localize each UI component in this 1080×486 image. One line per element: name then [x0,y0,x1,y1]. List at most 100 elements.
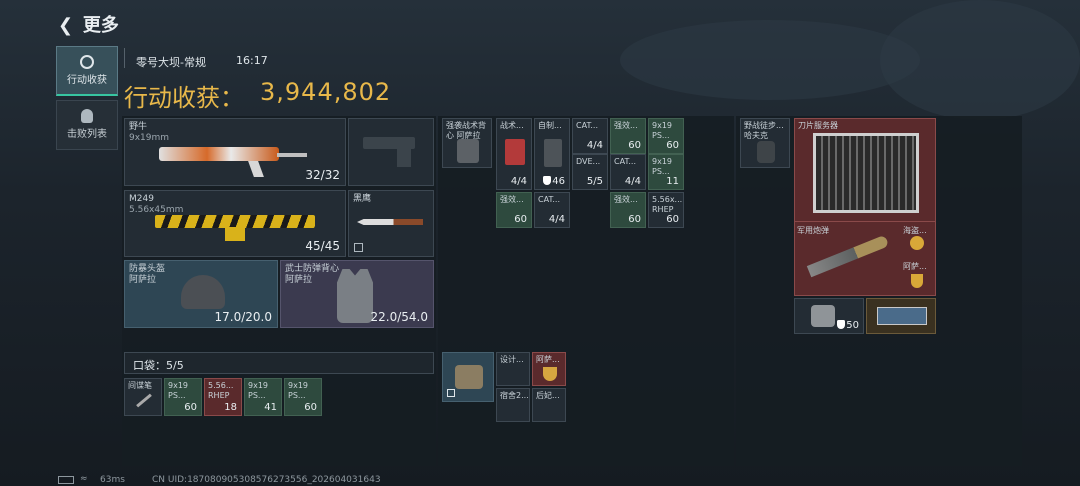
item-qty: 60 [666,140,679,151]
vest-icon [457,139,479,163]
rig-item[interactable]: 强效... 60 [610,118,646,154]
trophy-icon [543,367,557,381]
item-qty: 60 [514,214,527,225]
rig-item[interactable]: 9x19 PS... 60 [648,118,684,154]
item-name: 9x19 PS... [288,381,309,400]
item-qty: 41 [264,402,277,413]
background-mist [620,20,920,100]
loot-item[interactable]: 50 [794,298,864,334]
circuit-board-icon [877,307,927,325]
loot-item[interactable]: 阿萨... [900,260,934,294]
backpack-name: 野战徒步... 哈夫克 [744,121,784,140]
item-qty: 5/5 [586,176,603,187]
pocket-item[interactable]: 9x19 PS... 60 [164,378,202,416]
item-name: 强效... [614,195,638,204]
pocket-item[interactable]: 间谍笔 [124,378,162,416]
item-name: 5.56x... RHEP [652,195,683,214]
pistol-icon [363,137,417,167]
helmet-slot[interactable]: 防暴头盔 阿萨拉 17.0/20.0 [124,260,278,328]
item-qty: 50 [837,320,859,331]
armor-plate-icon [811,305,835,327]
pouch-item[interactable]: 阿萨... [532,352,566,386]
rig-item[interactable]: 强效... 60 [496,192,532,228]
primary-weapon-slot[interactable]: 野牛 9x19mm 32/32 [124,118,346,186]
ping: 63ms [100,475,125,485]
loot-item[interactable]: 刀片服务器 [794,118,936,222]
item-qty: 4/4 [510,176,527,187]
item-name: 刀片服务器 [798,121,838,130]
loot-item[interactable]: 海盗... [900,224,934,258]
earnings-label: 行动收获： [124,84,244,112]
weapon-name: 野牛 [129,122,148,132]
rig-item[interactable]: 战术... 4/4 [496,118,532,190]
back-button[interactable]: ❮ 更多 [58,11,119,37]
item-name: 9x19 PS... [652,157,673,176]
item-name: 间谍笔 [128,381,152,390]
armor-faction: 阿萨拉 [285,275,313,285]
item-name: 自制... [538,121,562,130]
rig-item[interactable]: 5.56x... RHEP 60 [648,192,684,228]
item-qty: 60 [666,214,679,225]
item-name: CAT... [576,121,599,130]
background-mist [880,0,1080,120]
target-icon [80,55,94,69]
item-name: 5.56... RHEP [208,381,234,400]
machine-gun-icon [155,205,325,243]
chest-rig-slot[interactable]: 强袭战术背心 阿萨拉 [442,118,492,168]
loot-item[interactable] [866,298,936,334]
item-qty: 60 [184,402,197,413]
pocket-item[interactable]: 5.56... RHEP 18 [204,378,242,416]
trophy-icon [911,274,923,288]
item-qty: 4/4 [586,140,603,151]
header-title: 更多 [82,15,119,36]
pocket-item[interactable]: 9x19 PS... 60 [284,378,322,416]
pocket-label: 口袋：5/5 [133,359,184,372]
rig-item[interactable]: CAT... 4/4 [534,192,570,228]
item-name: 阿萨... [536,355,560,364]
item-qty: 11 [666,176,679,187]
uid: CN UID:18708090530857627355​6_2026040316… [152,475,381,485]
item-name: DVE... [576,157,601,166]
pocket-item[interactable]: 9x19 PS... 41 [244,378,282,416]
rig-item[interactable]: CAT... 4/4 [572,118,608,154]
skull-icon [81,109,93,123]
weapon-name: M249 [129,194,154,204]
rig-item[interactable]: DVE... 5/5 [572,154,608,190]
battery-icon [58,476,74,484]
item-name: 9x19 PS... [248,381,269,400]
coin-icon [910,236,924,250]
item-name: 强效... [614,121,638,130]
pocket-header: 口袋：5/5 [124,352,434,374]
armor-plate-icon [544,139,562,167]
rig-item[interactable]: 自制... 46 [534,118,570,190]
item-qty-value: 46 [552,176,565,187]
backpack-slot[interactable]: 野战徒步... 哈夫克 [740,118,790,168]
item-name: CAT... [538,195,561,204]
shell-icon [806,234,890,278]
vest-icon [337,269,373,323]
helmet-name: 防暴头盔 [129,264,166,274]
armor-slot[interactable]: 武士防弹背心 阿萨拉 22.0/54.0 [280,260,434,328]
item-qty-value: 50 [846,320,859,331]
item-name: 强效... [500,195,524,204]
tab-kills[interactable]: 击败列表 [56,100,118,150]
rig-item[interactable]: 9x19 PS... 11 [648,154,684,190]
item-qty: 4/4 [624,176,641,187]
secondary-weapon-slot[interactable]: M249 5.56x45mm 45/45 [124,190,346,257]
pouch-item[interactable]: 设计... [496,352,530,386]
item-name: 9x19 PS... [652,121,673,140]
pistol-slot[interactable] [348,118,434,186]
item-name: CAT... [614,157,637,166]
melee-slot[interactable]: 黑鹰 [348,190,434,257]
loot-item[interactable]: 军用炮弹 [794,224,898,296]
rig-item[interactable]: 强效... 60 [610,192,646,228]
helmet-durability: 17.0/20.0 [214,310,272,324]
rig-item[interactable]: CAT... 4/4 [610,154,646,190]
item-name: 宿舍2... [500,391,529,400]
melee-name: 黑鹰 [353,194,372,204]
secure-pouch-slot[interactable] [442,352,494,402]
armor-durability: 22.0/54.0 [370,310,428,324]
pouch-item[interactable]: 宿舍2... [496,388,530,422]
tab-earnings[interactable]: 行动收获 [56,46,118,96]
pouch-item[interactable]: 后妃... [532,388,566,422]
